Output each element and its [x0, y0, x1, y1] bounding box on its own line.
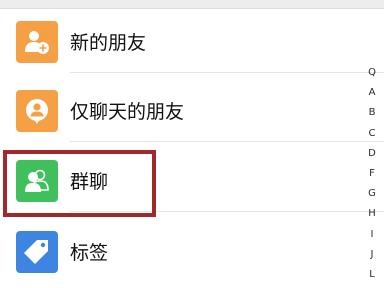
index-letter[interactable]: J [362, 245, 382, 265]
index-letter[interactable]: F [362, 164, 382, 184]
divider [70, 141, 384, 142]
index-letter[interactable]: H [362, 204, 382, 224]
index-letter-search[interactable]: Q [362, 63, 382, 83]
add-friend-icon [16, 21, 58, 63]
contact-item-label: 新的朋友 [70, 32, 147, 54]
index-letter[interactable]: A [362, 83, 382, 103]
divider [70, 72, 384, 73]
contact-item-tags[interactable]: 标签 [0, 223, 384, 283]
chat-only-friend-icon [16, 90, 58, 132]
contact-item-label: 标签 [70, 242, 109, 264]
contact-item-chat-only-friends[interactable]: 仅聊天的朋友 [0, 82, 384, 142]
contact-item-new-friends[interactable]: 新的朋友 [0, 13, 384, 73]
index-letter[interactable]: L [362, 265, 382, 285]
alphabet-index-bar[interactable]: Q A B C D F G H I J L [362, 63, 382, 285]
top-strip [0, 0, 384, 9]
index-letter[interactable]: D [362, 144, 382, 164]
highlight-box [3, 150, 156, 217]
contact-item-label: 仅聊天的朋友 [70, 101, 185, 123]
index-letter[interactable]: B [362, 103, 382, 123]
index-letter[interactable]: G [362, 184, 382, 204]
index-letter[interactable]: I [362, 225, 382, 245]
tag-icon [16, 231, 58, 273]
index-letter[interactable]: C [362, 124, 382, 144]
